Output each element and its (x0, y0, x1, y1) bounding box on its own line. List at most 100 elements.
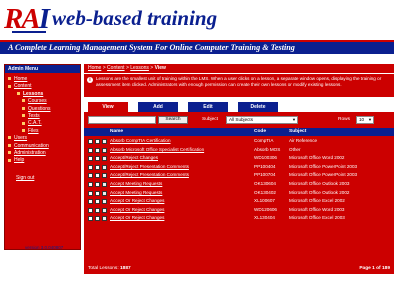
subject-select[interactable]: All Subjects ▼ (226, 116, 298, 124)
bullet-icon (22, 114, 25, 118)
rows-label: Rows (338, 117, 350, 122)
delete-icon[interactable] (102, 147, 107, 153)
edit-icon[interactable] (95, 164, 100, 170)
sidebar-item-label[interactable]: Tests (28, 113, 40, 119)
sidebar-item-label[interactable]: Questions (28, 106, 51, 112)
sidebar-item-label[interactable]: Home (14, 76, 27, 82)
sidebar-item-administration[interactable]: Administration (8, 150, 80, 157)
delete-icon[interactable] (102, 173, 107, 179)
table-body: Absorb CompTIA Certification CompTIA Air R… (84, 137, 394, 223)
chevron-down-icon: ▼ (368, 117, 372, 122)
preview-icon[interactable] (88, 139, 93, 144)
preview-icon[interactable] (88, 216, 93, 222)
bullet-icon (8, 136, 11, 140)
edit-icon[interactable] (95, 190, 100, 196)
delete-icon[interactable] (102, 190, 107, 196)
delete-icon[interactable] (102, 216, 107, 222)
preview-icon[interactable] (88, 164, 93, 170)
table-row: Accept/Reject Presentation Comments PP100… (84, 163, 394, 172)
delete-icon[interactable] (102, 181, 107, 187)
lesson-name-link[interactable]: Absorb Microsoft Office Specialist Certi… (110, 146, 204, 155)
bullet-icon (22, 121, 25, 125)
pagination-text[interactable]: Page 1 of 189 (359, 264, 390, 274)
edit-icon[interactable] (95, 156, 100, 162)
sidebar-item-label[interactable]: Communication (14, 143, 49, 149)
sidebar-item-cat[interactable]: C.A.T. (8, 120, 80, 127)
tab-delete[interactable]: Delete (238, 102, 278, 112)
edit-icon[interactable] (95, 173, 100, 179)
total-lessons-value: 1887 (120, 266, 131, 271)
column-header-name[interactable]: Name (110, 128, 123, 136)
signout-link[interactable]: Sign out (16, 175, 80, 181)
lesson-subject: Microsoft Office Outlook 2002 (289, 189, 350, 195)
delete-icon[interactable] (102, 207, 107, 213)
breadcrumb-home[interactable]: Home (88, 65, 101, 71)
lesson-name-link[interactable]: Accept/Reject Presentation Comments (110, 163, 189, 172)
rows-select-value: 10 (359, 117, 365, 122)
lesson-code: WD120606 (254, 206, 277, 212)
edit-icon[interactable] (95, 181, 100, 187)
sidebar-item-tests[interactable]: Tests (8, 113, 80, 120)
preview-icon[interactable] (88, 156, 93, 162)
breadcrumb-content[interactable]: Content (107, 65, 125, 71)
lesson-code: XL130404 (254, 215, 275, 221)
lesson-name-link[interactable]: Accept Or Reject Changes (110, 206, 164, 215)
sidebar-item-courses[interactable]: Courses (8, 98, 80, 105)
sidebar-item-users[interactable]: Users (8, 135, 80, 142)
preview-icon[interactable] (88, 207, 93, 213)
lesson-code: PP100404 (254, 163, 276, 169)
table-row: Accept Or Reject Changes WD120606 Microsof… (84, 206, 394, 215)
breadcrumb-lessons[interactable]: Lessons (130, 65, 149, 71)
sidebar-item-home[interactable]: Home (8, 76, 80, 83)
edit-icon[interactable] (95, 207, 100, 213)
lesson-code: Absorb MOS (254, 146, 281, 152)
rows-select[interactable]: 10 ▼ (356, 116, 374, 124)
sidebar-item-label[interactable]: C.A.T. (28, 120, 42, 126)
delete-icon[interactable] (102, 199, 107, 205)
sidebar-item-label[interactable]: Help (14, 157, 24, 163)
table-row: Accept Meeting Requests OK130604 Microsoft… (84, 180, 394, 189)
sidebar-item-questions[interactable]: Questions (8, 106, 80, 113)
lesson-subject: Microsoft Office PowerPoint 2003 (289, 172, 358, 178)
breadcrumb-separator: > (150, 65, 154, 71)
sidebar-item-label[interactable]: Content (14, 83, 32, 89)
preview-icon[interactable] (88, 181, 93, 187)
lesson-name-link[interactable]: Accept Meeting Requests (110, 180, 162, 189)
edit-icon[interactable] (95, 216, 100, 222)
preview-icon[interactable] (88, 190, 93, 196)
lesson-name-link[interactable]: Absorb CompTIA Certification (110, 137, 171, 146)
edit-icon[interactable] (95, 139, 100, 144)
search-button[interactable]: Search (158, 116, 188, 124)
tab-edit[interactable]: Edit (188, 102, 228, 112)
sidebar-item-label[interactable]: Administration (14, 150, 46, 156)
column-header-code[interactable]: Code (254, 128, 266, 136)
tab-view[interactable]: View (88, 102, 128, 112)
delete-icon[interactable] (102, 156, 107, 162)
sidebar-item-help[interactable]: Help (8, 157, 80, 164)
delete-icon[interactable] (102, 139, 107, 144)
preview-icon[interactable] (88, 173, 93, 179)
sidebar-item-label[interactable]: Lessons (23, 91, 43, 97)
lesson-name-link[interactable]: Accept/Reject Changes (110, 154, 158, 163)
sidebar-item-communication[interactable]: Communication (8, 143, 80, 150)
edit-icon[interactable] (95, 199, 100, 205)
sidebar-item-label[interactable]: Courses (28, 98, 47, 104)
tab-add[interactable]: Add (138, 102, 178, 112)
info-panel: i Lessons are the smallest unit of train… (84, 74, 394, 97)
sidebar-item-lessons[interactable]: Lessons (8, 91, 80, 98)
bullet-icon (17, 91, 20, 95)
lesson-name-link[interactable]: Accept Or Reject Changes (110, 197, 164, 206)
preview-icon[interactable] (88, 147, 93, 153)
delete-icon[interactable] (102, 164, 107, 170)
lesson-name-link[interactable]: Accept Meeting Requests (110, 189, 162, 198)
search-input[interactable] (88, 116, 156, 124)
sidebar-item-label[interactable]: Users (14, 135, 27, 141)
preview-icon[interactable] (88, 199, 93, 205)
lesson-name-link[interactable]: Accept Or Reject Changes (110, 214, 164, 223)
sidebar-item-content[interactable]: Content (8, 83, 80, 90)
lesson-name-link[interactable]: Accept/Reject Presentation Comments (110, 171, 189, 180)
edit-icon[interactable] (95, 147, 100, 153)
sidebar-item-files[interactable]: Files (8, 128, 80, 135)
sidebar-item-label[interactable]: Files (28, 128, 39, 134)
column-header-subject[interactable]: Subject (289, 128, 306, 136)
